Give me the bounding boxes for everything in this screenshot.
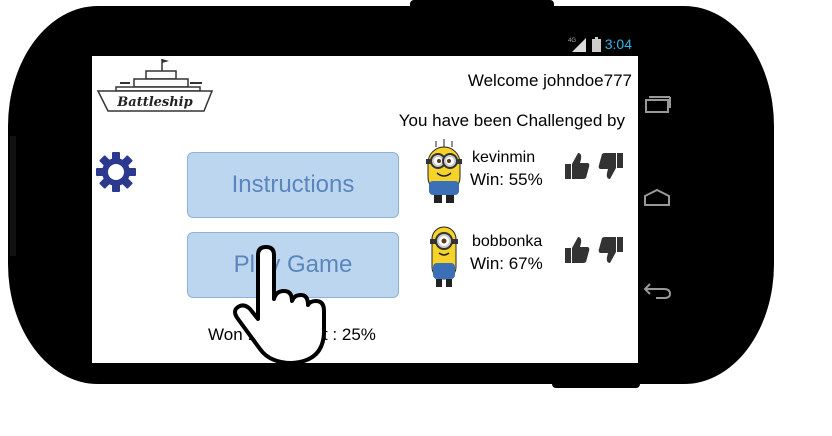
back-icon[interactable]: [642, 278, 672, 300]
welcome-text: Welcome johndoe777: [467, 71, 632, 90]
recent-apps-icon[interactable]: [642, 94, 672, 116]
status-clock: 3:04: [604, 36, 632, 52]
battleship-logo: Battleship: [96, 59, 214, 112]
challenge-heading: You have been Challenged by: [398, 111, 625, 130]
svg-text:Battleship: Battleship: [116, 95, 192, 110]
signal-icon: 4G: [568, 38, 586, 52]
status-bar: 4G 3:04: [92, 33, 638, 56]
challenger-name: bobbonka: [472, 233, 543, 250]
status-indicators: 4G 3:04: [568, 36, 632, 52]
pointing-hand-icon: [233, 245, 326, 363]
minion-avatar: [426, 139, 462, 203]
challenger-name: kevinmin: [472, 149, 536, 166]
home-icon[interactable]: [642, 186, 672, 208]
svg-text:4G: 4G: [568, 38, 576, 44]
phone-bottom-button: [552, 376, 640, 388]
challenger-card: bobbonka Win: 67%: [422, 223, 638, 293]
challenger-win-rate: Win: 55%: [470, 170, 543, 189]
phone-side-edge: [10, 136, 16, 256]
thumbs-down-icon[interactable]: [598, 235, 624, 265]
instructions-button[interactable]: Instructions: [187, 152, 399, 218]
thumbs-up-icon[interactable]: [564, 235, 590, 265]
thumbs-down-icon[interactable]: [598, 151, 624, 181]
battery-icon: [591, 36, 601, 52]
minion-avatar: [430, 226, 458, 287]
challenger-card: kevinmin Win: 55%: [422, 139, 638, 209]
gear-icon[interactable]: [95, 151, 137, 193]
challenger-win-rate: Win: 67%: [470, 254, 543, 273]
app-screen: 4G 3:04 Battleship Welcome johndoe777 Yo…: [92, 33, 638, 363]
thumbs-up-icon[interactable]: [564, 151, 590, 181]
phone-top-button: [410, 0, 554, 10]
